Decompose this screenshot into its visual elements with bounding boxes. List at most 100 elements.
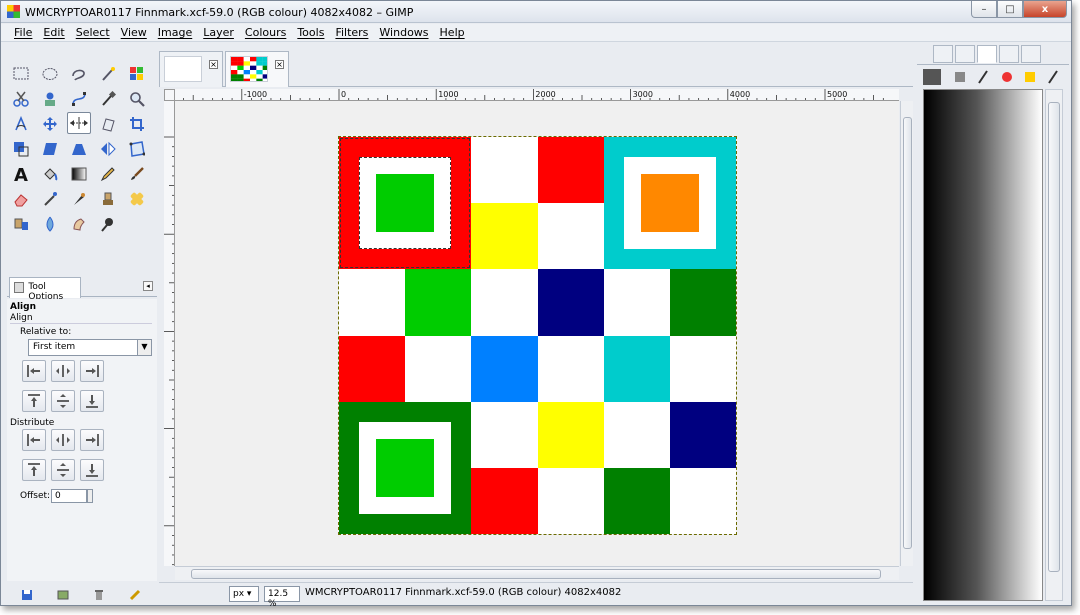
menu-edit[interactable]: Edit	[38, 24, 70, 41]
paths-icon[interactable]	[67, 88, 91, 110]
image-cell	[471, 467, 538, 535]
align-left-edge-button[interactable]	[22, 360, 46, 382]
blur-icon[interactable]	[38, 213, 62, 235]
distribute-middle-icon	[57, 463, 69, 477]
distribute-center-button[interactable]	[51, 429, 75, 451]
dock-scroll-thumb[interactable]	[1048, 102, 1060, 572]
restore-options-icon[interactable]	[57, 589, 69, 601]
zoom-icon[interactable]	[125, 88, 149, 110]
align-right-edge-button[interactable]	[80, 360, 104, 382]
horizontal-scroll-thumb[interactable]	[191, 569, 881, 579]
close-tab-icon[interactable]: ×	[275, 60, 284, 69]
heal-icon[interactable]	[125, 188, 149, 210]
transform-icon[interactable]	[96, 113, 120, 135]
align-right-icon	[86, 365, 99, 377]
menu-tools[interactable]: Tools	[292, 24, 330, 41]
menu-select[interactable]: Select	[71, 24, 116, 41]
colormap-icon	[1002, 72, 1012, 82]
image-cell	[603, 335, 671, 403]
bucket-fill-icon[interactable]	[38, 163, 62, 185]
ellipse-select-icon[interactable]	[38, 63, 62, 85]
close-button[interactable]: x	[1023, 1, 1067, 18]
menu-view[interactable]: View	[116, 24, 153, 41]
vertical-ruler[interactable]	[164, 101, 175, 566]
horizontal-scrollbar[interactable]	[175, 566, 899, 580]
color-picker-icon[interactable]	[96, 88, 120, 110]
vertical-scrollbar[interactable]	[900, 101, 913, 566]
dodge-burn-icon[interactable]	[96, 213, 120, 235]
tab-gradients[interactable]	[977, 45, 997, 63]
ink-icon[interactable]	[67, 188, 91, 210]
save-options-icon[interactable]	[21, 589, 33, 601]
tab-brushes[interactable]	[955, 45, 975, 63]
menu-layer[interactable]: Layer	[198, 24, 240, 41]
vertical-scroll-thumb[interactable]	[903, 117, 912, 549]
perspective-icon[interactable]	[67, 138, 91, 160]
distribute-top-button[interactable]	[22, 459, 46, 481]
image-tab-finnmark[interactable]: ×	[225, 51, 289, 87]
distribute-middle-button[interactable]	[51, 459, 75, 481]
shear-icon[interactable]	[38, 138, 62, 160]
relative-to-dropdown[interactable]: First item ▼	[28, 339, 152, 356]
distribute-left-button[interactable]	[22, 429, 46, 451]
tab-palettes[interactable]	[1021, 45, 1041, 63]
offset-input[interactable]: 0	[51, 489, 87, 503]
menu-file[interactable]: File	[9, 24, 38, 41]
image-tab-untitled[interactable]: ×	[159, 51, 223, 87]
fuzzy-select-icon[interactable]	[96, 63, 120, 85]
paintbrush-icon[interactable]	[125, 163, 149, 185]
align-tool-icon[interactable]	[67, 112, 91, 134]
menu-help[interactable]: Help	[435, 24, 471, 41]
align-top-edge-button[interactable]	[22, 390, 46, 412]
align-middle-button[interactable]	[51, 390, 75, 412]
distribute-right-button[interactable]	[80, 429, 104, 451]
text-tool-icon[interactable]: A	[9, 163, 33, 185]
image-cell	[669, 335, 737, 403]
rect-select-icon[interactable]	[9, 63, 33, 85]
clone-icon[interactable]	[96, 188, 120, 210]
eraser-icon[interactable]	[9, 188, 33, 210]
airbrush-icon[interactable]	[38, 188, 62, 210]
pencil-icon[interactable]	[96, 163, 120, 185]
tab-patterns[interactable]	[933, 45, 953, 63]
align-center-button[interactable]	[51, 360, 75, 382]
flip-icon[interactable]	[96, 138, 120, 160]
smudge-icon[interactable]	[67, 213, 91, 235]
cage-transform-icon[interactable]	[125, 138, 149, 160]
close-tab-icon[interactable]: ×	[209, 60, 218, 69]
zoom-dropdown[interactable]: 12.5 %	[264, 586, 300, 609]
delete-options-icon[interactable]	[93, 589, 105, 601]
menu-windows[interactable]: Windows	[374, 24, 434, 41]
measure-icon[interactable]	[9, 113, 33, 135]
menu-filters[interactable]: Filters	[330, 24, 374, 41]
offset-spinner[interactable]	[87, 489, 93, 503]
menu-image[interactable]: Image	[153, 24, 198, 41]
align-bottom-edge-button[interactable]	[80, 390, 104, 412]
tab-tool-options[interactable]: Tool Options	[9, 277, 81, 302]
free-select-icon[interactable]	[67, 63, 91, 85]
image-cell	[603, 401, 671, 469]
select-by-color-icon[interactable]	[125, 63, 149, 85]
unit-dropdown[interactable]: px ▾	[229, 586, 259, 602]
move-icon[interactable]	[38, 113, 62, 135]
crop-icon[interactable]	[125, 113, 149, 135]
chevron-down-icon: ▼	[137, 340, 151, 355]
tab-menu-arrow-icon[interactable]: ◂	[143, 281, 153, 291]
menu-colours[interactable]: Colours	[240, 24, 292, 41]
maximize-button[interactable]: □	[997, 1, 1023, 18]
blend-icon[interactable]	[67, 163, 91, 185]
foreground-select-icon[interactable]	[38, 88, 62, 110]
tab-fonts[interactable]	[999, 45, 1019, 63]
thumbnail-cell	[237, 78, 244, 81]
scissors-select-icon[interactable]	[9, 88, 33, 110]
dock-scrollbar[interactable]	[1045, 89, 1063, 601]
gradient-preview[interactable]	[923, 89, 1043, 601]
reset-options-icon[interactable]	[129, 589, 141, 601]
scale-icon[interactable]	[9, 138, 33, 160]
image-canvas[interactable]	[338, 136, 737, 535]
distribute-bottom-button[interactable]	[80, 459, 104, 481]
horizontal-ruler[interactable]: -1000 0 1000 2000 3000 4000 5000	[175, 89, 899, 101]
ruler-corner[interactable]	[164, 89, 175, 101]
perspective-clone-icon[interactable]	[9, 213, 33, 235]
minimize-button[interactable]: –	[971, 1, 997, 18]
